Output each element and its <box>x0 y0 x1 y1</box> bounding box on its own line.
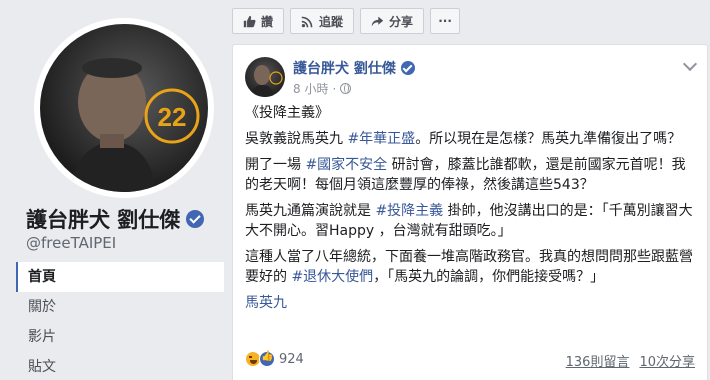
post-body: 《投降主義》 吳敦義說馬英九 #年華正盛。所以現在是怎樣？馬英九準備復出了嗎？ … <box>245 103 697 319</box>
share-button[interactable]: 分享 <box>360 8 425 34</box>
share-label: 分享 <box>389 14 414 29</box>
left-nav: 首頁 關於 影片 貼文 <box>16 262 224 380</box>
reaction-summary[interactable]: 924 <box>245 351 304 367</box>
thumbs-up-icon <box>243 15 256 27</box>
page-handle[interactable]: @freeTAIPEI <box>26 234 116 252</box>
profile-picture[interactable]: 22 <box>34 18 214 198</box>
chevron-down-icon[interactable] <box>682 56 698 72</box>
like-reaction-icon <box>259 351 275 367</box>
post-author[interactable]: 護台胖犬 劉仕傑 <box>293 58 415 78</box>
profile-photo: 22 <box>70 58 200 192</box>
share-arrow-icon <box>371 16 384 26</box>
post-stats: 136則留言 10次分享 <box>566 351 695 370</box>
hashtag-link[interactable]: #年華正盛 <box>347 131 415 147</box>
avatar-badge: 22 <box>158 102 187 132</box>
shares-count-link[interactable]: 10次分享 <box>639 351 695 370</box>
more-icon: ··· <box>438 14 452 28</box>
post-author-name: 護台胖犬 劉仕傑 <box>293 61 396 77</box>
post-card: 護台胖犬 劉仕傑 8 小時 · 《投降主義》 吳敦義說馬英九 #年華正盛。所以現… <box>232 44 708 380</box>
hashtag-link[interactable]: #退休大使們 <box>291 269 373 285</box>
verified-badge-icon <box>186 210 205 228</box>
post-meta: 8 小時 · <box>293 80 352 97</box>
post-paragraph-2: 開了一場 #國家不安全 研討會，膝蓋比誰都軟，還是前國家元首呢！我的老天啊！每個… <box>245 157 686 193</box>
reaction-count: 924 <box>279 351 304 367</box>
avatar: 22 <box>40 24 208 192</box>
post-separator: · <box>332 81 337 96</box>
verified-badge-icon <box>400 61 415 75</box>
post-avatar-photo <box>250 65 283 97</box>
hashtag-link[interactable]: #投降主義 <box>375 203 443 219</box>
post-paragraph-4: 這種人當了八年總統，下面養一堆高階政務官。我真的想問問那些跟藍營要好的 #退休大… <box>245 249 693 285</box>
post-paragraph-3: 馬英九通篇演說就是 #投降主義 掛帥，他沒講出口的是：「千萬別讓習大大不開心。習… <box>245 203 693 239</box>
globe-privacy-icon[interactable] <box>340 83 352 94</box>
nav-item-home[interactable]: 首頁 <box>16 262 224 292</box>
nav-item-videos[interactable]: 影片 <box>16 322 224 352</box>
like-label: 讚 <box>261 14 274 29</box>
post-timestamp[interactable]: 8 小時 <box>293 80 328 97</box>
comments-count-link[interactable]: 136則留言 <box>566 351 630 370</box>
nav-item-posts[interactable]: 貼文 <box>16 352 224 380</box>
follow-button[interactable]: 追蹤 <box>290 8 355 34</box>
rss-follow-icon <box>301 16 313 27</box>
hashtag-link[interactable]: #國家不安全 <box>305 157 387 173</box>
page-name-text: 護台胖犬 劉仕傑 <box>26 208 181 232</box>
post-author-avatar[interactable] <box>245 57 285 97</box>
more-options-button[interactable]: ··· <box>430 8 461 34</box>
page-action-bar: 讚 追蹤 分享 ··· <box>232 8 461 34</box>
post-title: 《投降主義》 <box>245 105 329 121</box>
page-name[interactable]: 護台胖犬 劉仕傑 <box>26 204 205 234</box>
post-paragraph-1: 吳敦義說馬英九 #年華正盛。所以現在是怎樣？馬英九準備復出了嗎？ <box>245 131 682 147</box>
like-page-button[interactable]: 讚 <box>232 8 285 34</box>
topic-link[interactable]: 馬英九 <box>245 295 287 311</box>
post-paragraph-5: 馬英九 <box>245 293 697 313</box>
nav-item-about[interactable]: 關於 <box>16 292 224 322</box>
follow-label: 追蹤 <box>319 14 344 29</box>
